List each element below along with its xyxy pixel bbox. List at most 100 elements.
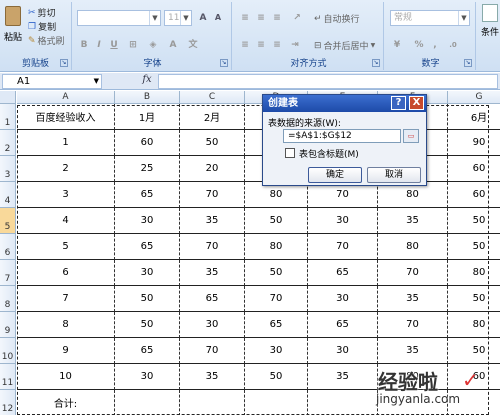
cell-g6[interactable]: 50 — [448, 234, 500, 260]
cell-c4[interactable]: 70 — [180, 182, 245, 208]
cell-c7[interactable]: 35 — [180, 260, 245, 286]
headers-checkbox[interactable] — [285, 148, 295, 158]
cell-b3[interactable]: 25 — [115, 156, 180, 182]
currency-icon[interactable]: ¥ — [390, 38, 404, 52]
cell-a5[interactable]: 4 — [17, 208, 115, 234]
range-input[interactable]: =$A$1:$G$12 — [283, 129, 401, 143]
number-launcher-icon[interactable]: ↘ — [464, 59, 472, 67]
font-launcher-icon[interactable]: ↘ — [220, 59, 228, 67]
cell-d8[interactable]: 70 — [245, 286, 308, 312]
cell-g4[interactable]: 60 — [448, 182, 500, 208]
cell-f7[interactable]: 70 — [378, 260, 448, 286]
align-center-icon[interactable]: ≡ — [254, 38, 268, 52]
cell-a10[interactable]: 9 — [17, 338, 115, 364]
row-header-5[interactable]: 5 — [0, 208, 16, 234]
headers-checkbox-label[interactable]: 表包含标题(M) — [299, 147, 359, 160]
cell-b9[interactable]: 50 — [115, 312, 180, 338]
row-header-6[interactable]: 6 — [0, 234, 16, 260]
cell-g3[interactable]: 60 — [448, 156, 500, 182]
cell-c6[interactable]: 70 — [180, 234, 245, 260]
percent-button[interactable]: % — [412, 38, 426, 52]
cell-a8[interactable]: 7 — [17, 286, 115, 312]
cell-e11[interactable]: 35 — [308, 364, 378, 390]
cell-f6[interactable]: 80 — [378, 234, 448, 260]
cancel-button[interactable]: 取消 — [367, 167, 421, 183]
ok-button[interactable]: 确定 — [308, 167, 362, 183]
comma-button[interactable]: , — [428, 38, 442, 52]
cell-b8[interactable]: 50 — [115, 286, 180, 312]
cell-c1[interactable]: 2月 — [180, 104, 245, 130]
cell-c5[interactable]: 35 — [180, 208, 245, 234]
row-header-11[interactable]: 11 — [0, 364, 16, 390]
align-top-icon[interactable]: ≡ — [238, 11, 252, 25]
cell-f8[interactable]: 35 — [378, 286, 448, 312]
wrap-text-button[interactable]: ↵ 自动换行 — [314, 12, 360, 26]
row-header-2[interactable]: 2 — [0, 130, 16, 156]
cell-a6[interactable]: 5 — [17, 234, 115, 260]
font-color-icon[interactable]: A — [166, 38, 180, 52]
cell-c9[interactable]: 30 — [180, 312, 245, 338]
fill-color-icon[interactable]: ◈ — [146, 38, 160, 52]
indent-icon[interactable]: ⇥ — [288, 38, 302, 52]
row-header-12[interactable]: 12 — [0, 390, 16, 415]
font-name-combo[interactable]: ▼ — [77, 10, 161, 26]
row-header-1[interactable]: 1 — [0, 104, 16, 130]
cell-g9[interactable]: 80 — [448, 312, 500, 338]
cell-a11[interactable]: 10 — [17, 364, 115, 390]
paste-button[interactable]: 粘贴 — [3, 6, 23, 50]
row-header-10[interactable]: 10 — [0, 338, 16, 364]
cell-b7[interactable]: 30 — [115, 260, 180, 286]
cell-b4[interactable]: 65 — [115, 182, 180, 208]
cell-b12[interactable] — [115, 390, 180, 415]
align-left-icon[interactable]: ≡ — [238, 38, 252, 52]
name-box[interactable]: A1 ▼ — [2, 74, 102, 89]
cell-c3[interactable]: 20 — [180, 156, 245, 182]
cell-g5[interactable]: 50 — [448, 208, 500, 234]
cell-c8[interactable]: 65 — [180, 286, 245, 312]
select-all-corner[interactable] — [0, 91, 16, 104]
cell-f9[interactable]: 70 — [378, 312, 448, 338]
number-format-combo[interactable]: 常规 ▼ — [390, 10, 470, 26]
cell-d6[interactable]: 80 — [245, 234, 308, 260]
cell-g1[interactable]: 6月 — [448, 104, 500, 130]
decimal-icon[interactable]: .0 — [446, 38, 460, 52]
cell-e12[interactable] — [308, 390, 378, 415]
cell-b11[interactable]: 30 — [115, 364, 180, 390]
cell-a4[interactable]: 3 — [17, 182, 115, 208]
close-button[interactable]: X — [409, 96, 424, 110]
align-right-icon[interactable]: ≡ — [270, 38, 284, 52]
cell-d12[interactable] — [245, 390, 308, 415]
cell-a12[interactable]: 合计: — [17, 390, 115, 415]
cell-e9[interactable]: 65 — [308, 312, 378, 338]
cell-b5[interactable]: 30 — [115, 208, 180, 234]
cell-d11[interactable]: 50 — [245, 364, 308, 390]
cut-button[interactable]: ✂ 剪切 — [28, 6, 56, 20]
row-header-9[interactable]: 9 — [0, 312, 16, 338]
cell-b6[interactable]: 65 — [115, 234, 180, 260]
row-header-8[interactable]: 8 — [0, 286, 16, 312]
cell-b1[interactable]: 1月 — [115, 104, 180, 130]
formula-input[interactable] — [158, 74, 498, 89]
cell-d5[interactable]: 50 — [245, 208, 308, 234]
shrink-font-button[interactable]: A — [211, 11, 225, 25]
underline-button[interactable]: U — [107, 38, 121, 52]
alignment-launcher-icon[interactable]: ↘ — [372, 59, 380, 67]
row-header-4[interactable]: 4 — [0, 182, 16, 208]
bold-button[interactable]: B — [77, 38, 91, 52]
cell-c2[interactable]: 50 — [180, 130, 245, 156]
cell-b10[interactable]: 65 — [115, 338, 180, 364]
conditional-format-button[interactable]: 条件 — [480, 4, 500, 38]
cell-e10[interactable]: 30 — [308, 338, 378, 364]
range-selector-icon[interactable]: ▭ — [403, 129, 419, 143]
cell-c11[interactable]: 35 — [180, 364, 245, 390]
function-icon[interactable]: fx — [140, 74, 154, 88]
align-middle-icon[interactable]: ≡ — [254, 11, 268, 25]
italic-button[interactable]: I — [92, 38, 106, 52]
align-bottom-icon[interactable]: ≡ — [270, 11, 284, 25]
column-header-c[interactable]: C — [180, 91, 245, 104]
help-button[interactable]: ? — [391, 96, 406, 110]
cell-d10[interactable]: 30 — [245, 338, 308, 364]
cell-g10[interactable]: 50 — [448, 338, 500, 364]
orientation-icon[interactable]: ↗ — [290, 11, 304, 25]
cell-g8[interactable]: 50 — [448, 286, 500, 312]
